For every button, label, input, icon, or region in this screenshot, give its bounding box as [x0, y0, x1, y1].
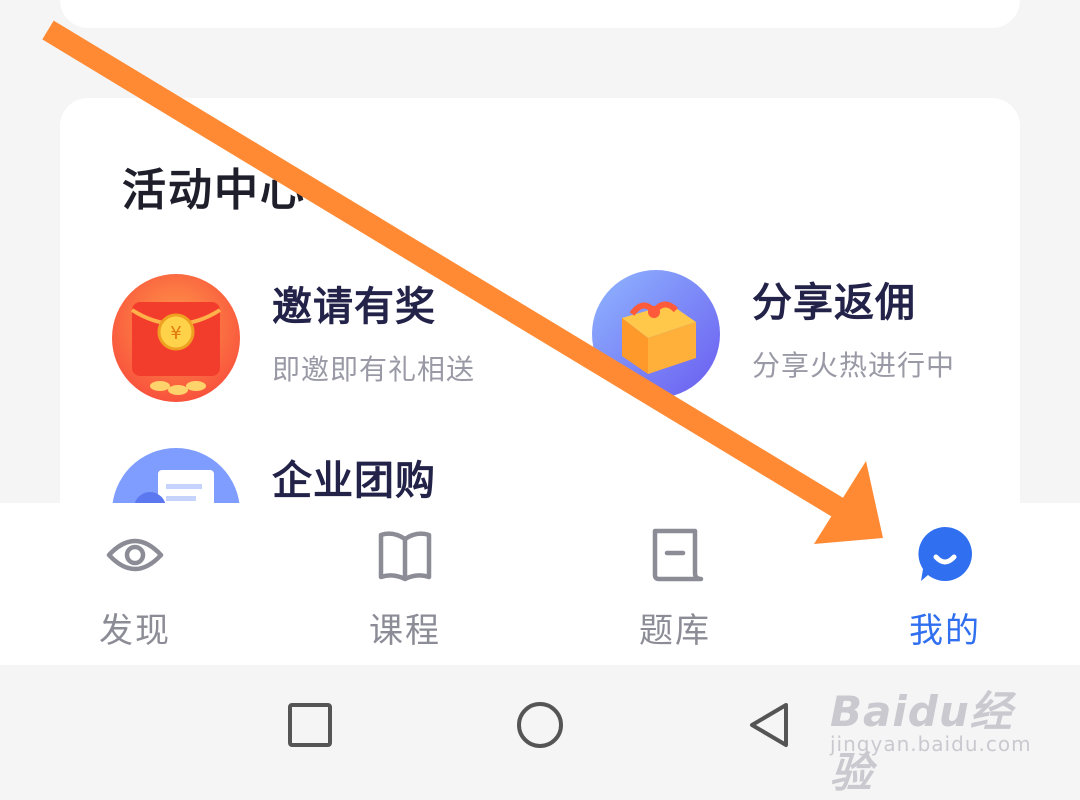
red-envelope-icon: ¥: [112, 274, 240, 402]
question-bank-icon: [652, 528, 704, 582]
activity-center-card: 活动中心 ¥ 邀请有奖 即邀即有礼相送 分享返佣 分享火热进行中 企业团购: [60, 98, 1020, 558]
promo-title: 邀请有奖: [272, 284, 436, 330]
tab-question-bank[interactable]: 题库: [540, 503, 810, 665]
tab-label: 课程: [369, 611, 441, 651]
section-title: 活动中心: [122, 165, 306, 216]
tab-discover[interactable]: 发现: [0, 503, 270, 665]
home-button[interactable]: [514, 699, 566, 751]
promo-subtitle: 即邀即有礼相送: [272, 353, 476, 386]
gift-box-icon: [592, 270, 720, 398]
watermark: Baidu经验 jingyan.baidu.com: [830, 668, 1050, 797]
tab-label: 题库: [639, 611, 711, 651]
book-icon: [378, 531, 432, 582]
promo-title: 企业团购: [272, 458, 436, 504]
recent-apps-button[interactable]: [284, 699, 336, 751]
promo-invite[interactable]: ¥ 邀请有奖 即邀即有礼相送: [112, 274, 532, 404]
tab-mine[interactable]: 我的: [810, 503, 1080, 665]
promo-subtitle: 分享火热进行中: [752, 349, 956, 382]
tab-courses[interactable]: 课程: [270, 503, 540, 665]
top-card: [60, 0, 1020, 28]
promo-share[interactable]: 分享返佣 分享火热进行中: [592, 270, 1012, 400]
bottom-tab-bar: 发现 课程 题库 我的: [0, 503, 1080, 665]
tab-label: 发现: [99, 611, 171, 651]
profile-icon: [918, 527, 972, 581]
eye-icon: [106, 538, 164, 572]
back-button[interactable]: [744, 699, 796, 751]
svg-text:¥: ¥: [170, 323, 181, 344]
promo-title: 分享返佣: [752, 280, 916, 326]
tab-label: 我的: [909, 611, 981, 651]
watermark-url: jingyan.baidu.com: [830, 732, 1032, 756]
